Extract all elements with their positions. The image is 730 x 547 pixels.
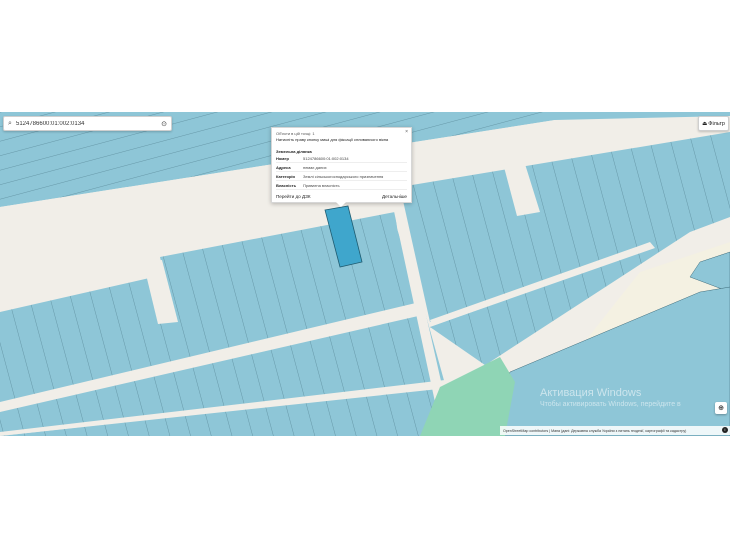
search-icon: ⌕ — [8, 119, 12, 127]
popup-tail — [336, 202, 346, 207]
popup-row-value: Землі сільськогосподарського призначення — [303, 174, 384, 179]
filter-button[interactable]: ⏏ Фільтр — [698, 116, 729, 131]
popup-section-title: Земельна ділянка — [276, 149, 312, 154]
filter-icon: ⏏ — [702, 120, 708, 127]
popup-actions: Перейти до ДЗК Детальніше — [276, 194, 407, 199]
parcel-popup[interactable]: × Об'єкти в цій точці: 1 Натисніть праву… — [271, 127, 412, 207]
popup-row-key: Власність — [276, 183, 297, 188]
popup-hint: Натисніть праву кнопку миші для фіксації… — [276, 137, 389, 142]
search-box[interactable]: ⌕ 5124786600:01:002:0134 ⊙ — [3, 116, 172, 131]
locate-me-button[interactable]: ⊕ — [715, 402, 727, 414]
watermark-title: Активация Windows — [540, 387, 642, 399]
crosshair-icon: ⊕ — [718, 405, 724, 412]
info-icon[interactable]: i — [722, 427, 728, 433]
popup-row-number: Номер 5124786600:01:002:0134 — [276, 156, 407, 163]
popup-row-address: Адреса немає даних — [276, 165, 407, 172]
popup-row-key: Номер — [276, 156, 289, 161]
popup-row-key: Категорія — [276, 174, 295, 179]
map-attribution: OpenStreetMap contributors | Мапа (дані:… — [500, 426, 730, 435]
popup-row-key: Адреса — [276, 165, 291, 170]
popup-row-category: Категорія Землі сільськогосподарського п… — [276, 174, 407, 181]
windows-activation-watermark: Активация Windows Чтобы активировать Win… — [540, 387, 681, 408]
popup-row-value: 5124786600:01:002:0134 — [303, 156, 349, 161]
search-input[interactable]: 5124786600:01:002:0134 — [16, 121, 157, 127]
watermark-subtitle: Чтобы активировать Windows, перейдите в — [540, 401, 681, 408]
popup-row-value: немає даних — [303, 165, 327, 170]
popup-objects-count: Об'єкти в цій точці: 1 — [276, 131, 315, 136]
popup-row-value: Приватна власність — [303, 183, 340, 188]
crosshair-icon[interactable]: ⊙ — [157, 120, 171, 128]
close-icon[interactable]: × — [405, 129, 408, 135]
filter-label: Фільтр — [708, 120, 725, 127]
popup-row-ownership: Власність Приватна власність — [276, 183, 407, 190]
details-link[interactable]: Детальніше — [382, 194, 407, 199]
attribution-text: OpenStreetMap contributors | Мапа (дані:… — [503, 428, 687, 433]
go-to-dzk-link[interactable]: Перейти до ДЗК — [276, 194, 311, 199]
